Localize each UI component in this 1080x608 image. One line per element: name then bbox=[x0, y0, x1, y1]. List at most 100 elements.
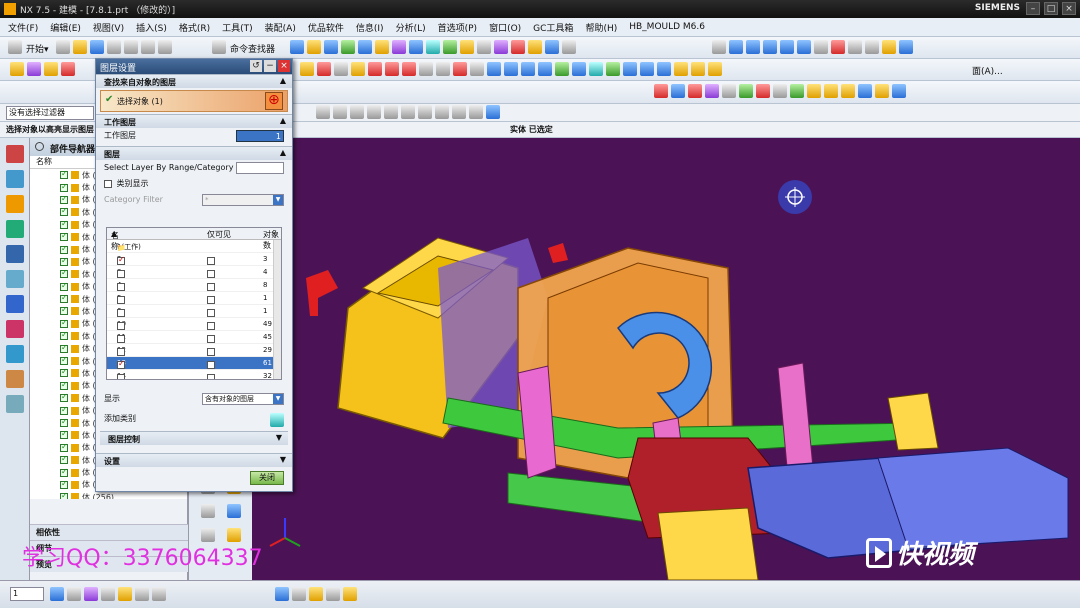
section-work-layer[interactable]: 工作图层 ▲ bbox=[96, 114, 292, 128]
visible-only-checkbox[interactable] bbox=[207, 257, 215, 265]
layer-row[interactable]: 11 45 bbox=[107, 331, 281, 344]
analysis-icon[interactable] bbox=[343, 587, 357, 601]
layer-selectable-checkbox[interactable] bbox=[117, 255, 125, 265]
snap-icon[interactable] bbox=[316, 105, 330, 119]
mould-icon[interactable] bbox=[875, 84, 889, 98]
print-icon[interactable] bbox=[107, 40, 121, 54]
menu-insert[interactable]: 插入(S) bbox=[136, 21, 167, 34]
add-category-icon[interactable] bbox=[270, 413, 284, 427]
visibility-checkbox[interactable] bbox=[60, 429, 68, 440]
system-scenes-icon[interactable] bbox=[5, 370, 24, 388]
feature-icon[interactable] bbox=[385, 62, 399, 76]
navigator-tree-row[interactable]: 体 (256) bbox=[30, 491, 187, 499]
visibility-checkbox[interactable] bbox=[60, 194, 68, 204]
feature-icon[interactable] bbox=[606, 62, 620, 76]
feature-icon[interactable] bbox=[351, 62, 365, 76]
view-icon[interactable] bbox=[780, 40, 794, 54]
visibility-checkbox[interactable] bbox=[60, 293, 68, 304]
category-filter-select[interactable]: * bbox=[202, 194, 284, 206]
layer-dropdown[interactable]: 1 bbox=[10, 587, 44, 601]
feature-icon[interactable] bbox=[317, 62, 331, 76]
visibility-checkbox[interactable] bbox=[60, 467, 68, 477]
visible-only-checkbox[interactable] bbox=[207, 374, 215, 379]
layer-table-scrollbar[interactable] bbox=[273, 240, 281, 379]
snap-icon[interactable] bbox=[333, 105, 347, 119]
visibility-checkbox[interactable] bbox=[60, 219, 68, 229]
view-icon[interactable] bbox=[746, 40, 760, 54]
layer-row[interactable]: 14 32 bbox=[107, 370, 281, 379]
tool-icon[interactable] bbox=[426, 40, 440, 54]
view-icon[interactable] bbox=[729, 40, 743, 54]
category-display-checkbox[interactable] bbox=[104, 179, 112, 188]
roles-icon[interactable] bbox=[5, 345, 24, 363]
menu-help[interactable]: 帮助(H) bbox=[585, 21, 617, 34]
mould-icon[interactable] bbox=[841, 84, 855, 98]
visibility-checkbox[interactable] bbox=[60, 281, 68, 291]
command-finder-icon[interactable] bbox=[212, 40, 226, 54]
layer-selectable-checkbox[interactable] bbox=[117, 322, 125, 330]
feature-icon[interactable] bbox=[487, 62, 501, 76]
view-icon[interactable] bbox=[848, 40, 862, 54]
feature-icon[interactable] bbox=[538, 62, 552, 76]
visibility-checkbox[interactable] bbox=[60, 380, 68, 390]
new-file-icon[interactable] bbox=[56, 40, 70, 54]
menu-view[interactable]: 视图(V) bbox=[93, 21, 124, 34]
layer-selectable-checkbox[interactable] bbox=[117, 270, 125, 278]
layer-row[interactable]: 12 29 bbox=[107, 344, 281, 357]
feature-icon[interactable] bbox=[436, 62, 450, 76]
menu-file[interactable]: 文件(F) bbox=[8, 21, 38, 34]
menu-plugin[interactable]: 优品软件 bbox=[308, 21, 344, 34]
chevron-up-icon[interactable]: ▲ bbox=[280, 116, 286, 125]
analysis-icon[interactable] bbox=[326, 587, 340, 601]
face-menu-button[interactable]: 面(A)... bbox=[972, 64, 1003, 77]
visible-only-checkbox[interactable] bbox=[207, 270, 215, 278]
view-icon[interactable] bbox=[201, 504, 215, 518]
part-navigator-icon[interactable] bbox=[5, 195, 24, 213]
tool-icon[interactable] bbox=[545, 40, 559, 54]
visible-only-checkbox[interactable] bbox=[207, 322, 215, 330]
chevron-down-icon[interactable]: ▼ bbox=[276, 433, 282, 442]
visibility-checkbox[interactable] bbox=[60, 268, 68, 279]
view-icon[interactable] bbox=[865, 40, 879, 54]
feature-icon[interactable] bbox=[504, 62, 518, 76]
category-display-row[interactable]: 类别显示 bbox=[96, 176, 292, 192]
tool-icon[interactable] bbox=[460, 40, 474, 54]
constraint-navigator-icon[interactable] bbox=[5, 170, 24, 188]
mould-icon[interactable] bbox=[688, 84, 702, 98]
visibility-checkbox[interactable] bbox=[60, 206, 68, 217]
dependencies-panel[interactable]: 相依性 bbox=[30, 524, 188, 540]
col-name-header[interactable]: 名称 ▲ bbox=[111, 229, 119, 251]
menu-assembly[interactable]: 装配(A) bbox=[265, 21, 296, 34]
tool-icon[interactable] bbox=[562, 40, 576, 54]
palette-icon[interactable] bbox=[5, 395, 24, 413]
work-layer-input[interactable]: 1 bbox=[236, 130, 284, 142]
tool-icon[interactable] bbox=[324, 40, 338, 54]
snap-icon[interactable] bbox=[401, 105, 415, 119]
undo-icon[interactable] bbox=[141, 40, 155, 54]
layer-row[interactable]: 51 bbox=[107, 292, 281, 305]
section-layer-control[interactable]: 图层控制 ▼ bbox=[100, 431, 288, 445]
feature-icon[interactable] bbox=[657, 62, 671, 76]
analysis-icon[interactable] bbox=[292, 587, 306, 601]
menu-format[interactable]: 格式(R) bbox=[179, 21, 210, 34]
menu-info[interactable]: 信息(I) bbox=[356, 21, 384, 34]
menu-tools[interactable]: 工具(T) bbox=[222, 21, 253, 34]
feature-icon[interactable] bbox=[521, 62, 535, 76]
mould-icon[interactable] bbox=[824, 84, 838, 98]
history-icon[interactable] bbox=[5, 270, 24, 288]
section-find-layer[interactable]: 查找来自对象的图层 ▲ bbox=[96, 74, 292, 88]
visible-only-checkbox[interactable] bbox=[207, 335, 215, 343]
tool-icon[interactable] bbox=[494, 40, 508, 54]
process-studio-icon[interactable] bbox=[5, 320, 24, 338]
close-dialog-icon[interactable]: × bbox=[278, 60, 290, 72]
feature-icon[interactable] bbox=[708, 62, 722, 76]
menu-preferences[interactable]: 首选项(P) bbox=[438, 21, 477, 34]
visibility-checkbox[interactable] bbox=[60, 405, 68, 415]
open-file-icon[interactable] bbox=[73, 40, 87, 54]
layer-tool-icon[interactable] bbox=[152, 587, 166, 601]
layer-tool-icon[interactable] bbox=[50, 587, 64, 601]
internet-explorer-icon[interactable] bbox=[5, 245, 24, 263]
menu-window[interactable]: 窗口(O) bbox=[489, 21, 521, 34]
menu-hb-mould[interactable]: HB_MOULD M6.6 bbox=[629, 22, 705, 32]
visibility-checkbox[interactable] bbox=[60, 442, 68, 452]
